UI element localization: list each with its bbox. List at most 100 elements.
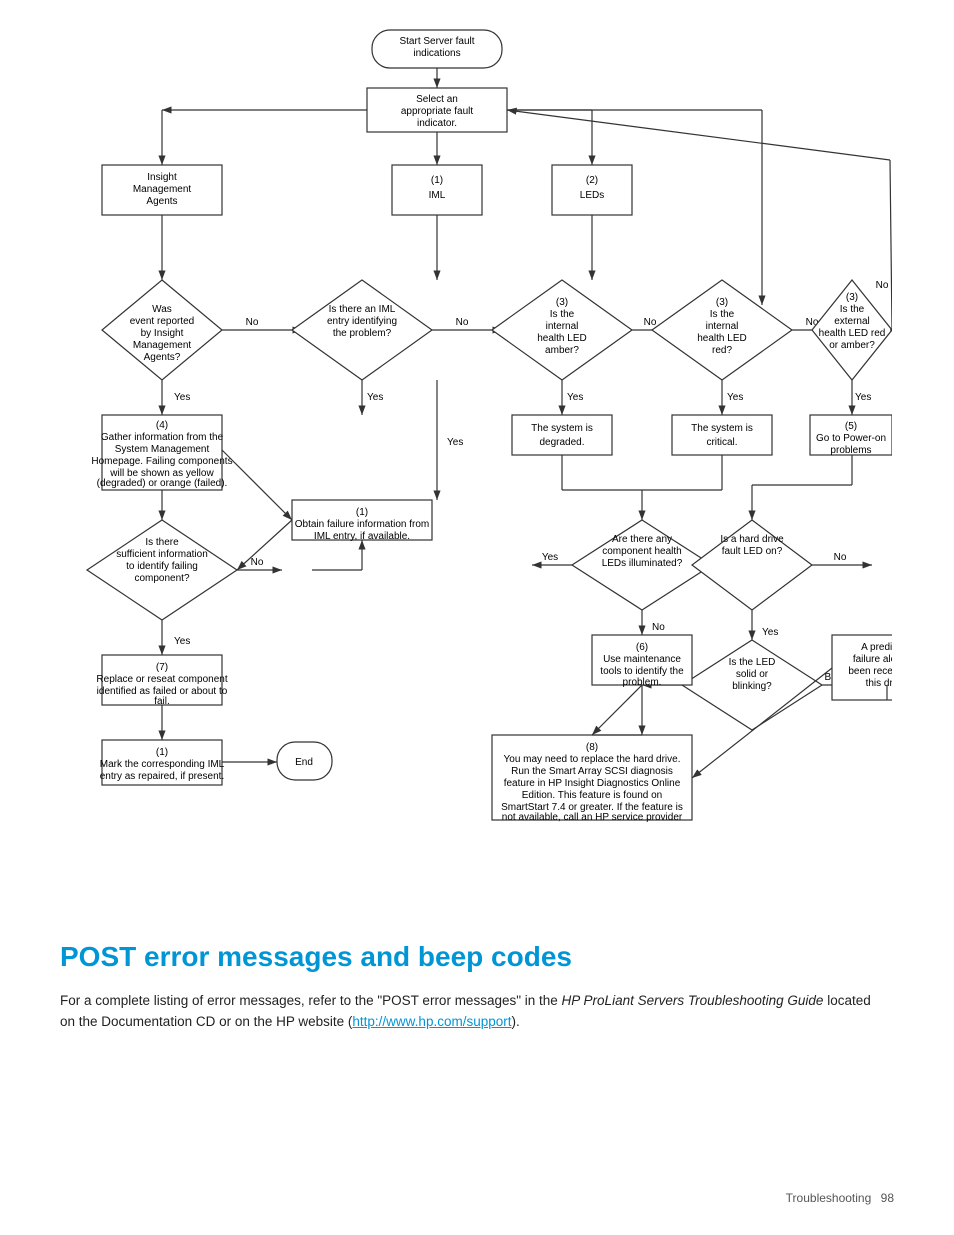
- svg-text:Yes: Yes: [447, 437, 463, 448]
- post-section: POST error messages and beep codes For a…: [60, 930, 894, 1033]
- svg-text:(1): (1): [356, 507, 368, 518]
- svg-text:Select an: Select an: [416, 94, 458, 105]
- svg-text:tools to identify the: tools to identify the: [600, 666, 684, 677]
- svg-text:the problem?: the problem?: [333, 328, 392, 339]
- post-body-prefix: For a complete listing of error messages…: [60, 993, 562, 1008]
- svg-text:Homepage. Failing components: Homepage. Failing components: [91, 456, 232, 467]
- svg-text:(3): (3): [716, 297, 728, 308]
- svg-text:Management: Management: [133, 184, 192, 195]
- svg-text:health LED: health LED: [537, 333, 586, 344]
- svg-text:by Insight: by Insight: [141, 328, 184, 339]
- post-link[interactable]: http://www.hp.com/support: [352, 1014, 511, 1029]
- svg-text:not available, call an HP serv: not available, call an HP service provid…: [502, 812, 683, 823]
- svg-text:entry as repaired, if present.: entry as repaired, if present.: [100, 771, 225, 782]
- flowchart-diagram: text { font-family: Arial, Helvetica, sa…: [62, 20, 892, 900]
- svg-text:Edition. This feature is found: Edition. This feature is found on: [522, 790, 662, 801]
- footer-section-label: Troubleshooting: [786, 1191, 872, 1205]
- svg-text:Use maintenance: Use maintenance: [603, 654, 681, 665]
- svg-text:You may need to replace the ha: You may need to replace the hard drive.: [504, 754, 681, 765]
- svg-text:No: No: [644, 317, 657, 328]
- svg-text:(8): (8): [586, 742, 598, 753]
- svg-text:(1): (1): [431, 175, 443, 186]
- svg-text:Is there an IML: Is there an IML: [329, 304, 396, 315]
- svg-text:degraded.: degraded.: [539, 437, 584, 448]
- svg-text:Replace or reseat component: Replace or reseat component: [96, 674, 227, 685]
- svg-text:IML: IML: [429, 190, 446, 201]
- svg-text:LEDs illuminated?: LEDs illuminated?: [602, 558, 683, 569]
- svg-text:health LED red: health LED red: [819, 328, 886, 339]
- svg-text:(4): (4): [156, 420, 168, 431]
- svg-text:Start Server fault: Start Server fault: [399, 36, 474, 47]
- svg-text:(3): (3): [556, 297, 568, 308]
- svg-text:(2): (2): [586, 175, 598, 186]
- svg-text:Obtain failure information fro: Obtain failure information from: [295, 519, 430, 530]
- svg-text:to identify failing: to identify failing: [126, 561, 198, 572]
- page-container: text { font-family: Arial, Helvetica, sa…: [0, 0, 954, 1235]
- svg-text:problems: problems: [830, 445, 871, 456]
- flowchart-area: text { font-family: Arial, Helvetica, sa…: [60, 20, 894, 900]
- svg-text:Is the: Is the: [710, 309, 735, 320]
- post-body: For a complete listing of error messages…: [60, 990, 880, 1033]
- svg-text:Yes: Yes: [174, 636, 190, 647]
- svg-text:LEDs: LEDs: [580, 190, 604, 201]
- svg-text:(1): (1): [156, 747, 168, 758]
- svg-text:internal: internal: [546, 321, 579, 332]
- svg-text:indicator.: indicator.: [417, 118, 457, 129]
- svg-text:Agents?: Agents?: [144, 352, 181, 363]
- svg-text:(degraded) or orange (failed).: (degraded) or orange (failed).: [97, 478, 228, 489]
- svg-text:(6): (6): [636, 642, 648, 653]
- svg-text:Is the LED: Is the LED: [729, 657, 776, 668]
- svg-text:Yes: Yes: [762, 627, 778, 638]
- svg-text:(7): (7): [156, 662, 168, 673]
- flowchart-svg: text { font-family: Arial, Helvetica, sa…: [60, 20, 894, 900]
- svg-text:No: No: [456, 317, 469, 328]
- svg-text:(3): (3): [846, 292, 858, 303]
- svg-text:No: No: [251, 557, 264, 568]
- svg-text:red?: red?: [712, 345, 732, 356]
- svg-text:event reported: event reported: [130, 316, 195, 327]
- svg-text:No: No: [652, 622, 665, 633]
- svg-text:End: End: [295, 757, 313, 768]
- svg-text:No: No: [876, 280, 889, 291]
- svg-text:component?: component?: [134, 573, 189, 584]
- svg-text:Is the: Is the: [840, 304, 865, 315]
- svg-text:The system is: The system is: [691, 423, 753, 434]
- svg-text:health LED: health LED: [697, 333, 746, 344]
- svg-text:component health: component health: [602, 546, 682, 557]
- post-title: POST error messages and beep codes: [60, 940, 894, 974]
- svg-text:failure alert has: failure alert has: [853, 654, 892, 665]
- svg-text:Yes: Yes: [855, 392, 871, 403]
- post-body-suffix: ).: [511, 1014, 519, 1029]
- svg-text:amber?: amber?: [545, 345, 579, 356]
- svg-text:A predictive: A predictive: [861, 642, 892, 653]
- svg-text:Management: Management: [133, 340, 192, 351]
- svg-text:Was: Was: [152, 304, 172, 315]
- svg-text:Yes: Yes: [727, 392, 743, 403]
- svg-text:Is there: Is there: [145, 537, 179, 548]
- svg-text:entry identifying: entry identifying: [327, 316, 397, 327]
- svg-text:(5): (5): [845, 421, 857, 432]
- svg-text:Yes: Yes: [174, 392, 190, 403]
- svg-text:Go to Power-on: Go to Power-on: [816, 433, 886, 444]
- svg-text:Yes: Yes: [367, 392, 383, 403]
- svg-text:Are there any: Are there any: [612, 534, 672, 545]
- svg-text:sufficient information: sufficient information: [116, 549, 208, 560]
- svg-text:indications: indications: [413, 48, 460, 59]
- svg-text:Insight: Insight: [147, 172, 177, 183]
- svg-text:Gather information from the: Gather information from the: [101, 432, 224, 443]
- svg-text:feature in HP Insight Diagnost: feature in HP Insight Diagnostics Online: [504, 778, 681, 789]
- svg-text:System Management: System Management: [115, 444, 210, 455]
- svg-text:The system is: The system is: [531, 423, 593, 434]
- page-number: 98: [881, 1191, 894, 1205]
- svg-text:internal: internal: [706, 321, 739, 332]
- svg-text:or amber?: or amber?: [829, 340, 875, 351]
- post-book-title: HP ProLiant Servers Troubleshooting Guid…: [562, 993, 824, 1008]
- svg-text:Yes: Yes: [567, 392, 583, 403]
- svg-text:been received for: been received for: [848, 666, 892, 677]
- svg-text:No: No: [246, 317, 259, 328]
- svg-text:Mark the corresponding IML: Mark the corresponding IML: [100, 759, 225, 770]
- page-footer: Troubleshooting 98: [786, 1191, 894, 1205]
- svg-text:blinking?: blinking?: [732, 681, 772, 692]
- svg-text:this drive.: this drive.: [866, 678, 892, 689]
- svg-text:Is a hard drive: Is a hard drive: [720, 534, 784, 545]
